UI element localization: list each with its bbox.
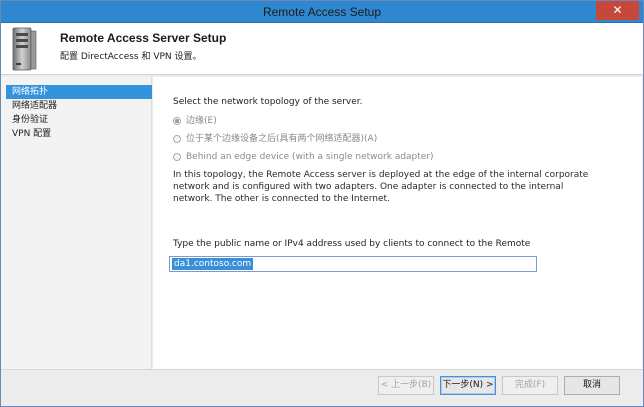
- next-button[interactable]: 下一步(N) >: [440, 376, 496, 395]
- public-name-value: da1.contoso.com: [172, 258, 254, 270]
- wizard-content: Select the network topology of the serve…: [153, 77, 642, 369]
- topology-prompt: Select the network topology of the serve…: [173, 97, 363, 107]
- back-button[interactable]: < 上一步(B): [378, 376, 434, 395]
- radio-button[interactable]: [173, 135, 181, 143]
- close-button[interactable]: ✕: [596, 1, 639, 20]
- option-label: Behind an edge device (with a single net…: [186, 152, 434, 162]
- server-tower-icon: [12, 27, 37, 71]
- finish-button[interactable]: 完成(F): [502, 376, 558, 395]
- radio-button-selected[interactable]: [173, 117, 181, 125]
- topology-description: In this topology, the Remote Access serv…: [173, 170, 589, 204]
- nav-item-network-adapters[interactable]: 网络适配器: [6, 99, 152, 113]
- option-label: 边缘(E): [186, 116, 217, 126]
- option-label: 位于某个边缘设备之后(具有两个网络适配器)(A): [186, 134, 378, 144]
- nav-item-network-topology[interactable]: 网络拓扑: [6, 85, 152, 99]
- nav-item-vpn-configuration[interactable]: VPN 配置: [6, 127, 152, 141]
- public-name-input[interactable]: da1.contoso.com: [169, 256, 537, 272]
- wizard-header: Remote Access Server Setup 配置 DirectAcce…: [1, 23, 643, 75]
- close-icon: ✕: [612, 3, 623, 17]
- header-title: Remote Access Server Setup: [60, 31, 227, 45]
- radio-button[interactable]: [173, 153, 181, 161]
- remote-access-setup-window: Remote Access Setup ✕ Remote Access Serv…: [0, 0, 644, 407]
- header-subtitle: 配置 DirectAccess 和 VPN 设置。: [60, 52, 202, 62]
- nav-item-authentication[interactable]: 身份验证: [6, 113, 152, 127]
- window-title: Remote Access Setup: [262, 5, 382, 19]
- title-bar[interactable]: Remote Access Setup ✕: [1, 1, 643, 23]
- cancel-button[interactable]: 取消: [564, 376, 620, 395]
- wizard-nav: 网络拓扑 网络适配器 身份验证 VPN 配置: [1, 77, 152, 369]
- wizard-footer: < 上一步(B) 下一步(N) > 完成(F) 取消: [1, 369, 643, 406]
- public-name-label: Type the public name or IPv4 address use…: [173, 239, 531, 249]
